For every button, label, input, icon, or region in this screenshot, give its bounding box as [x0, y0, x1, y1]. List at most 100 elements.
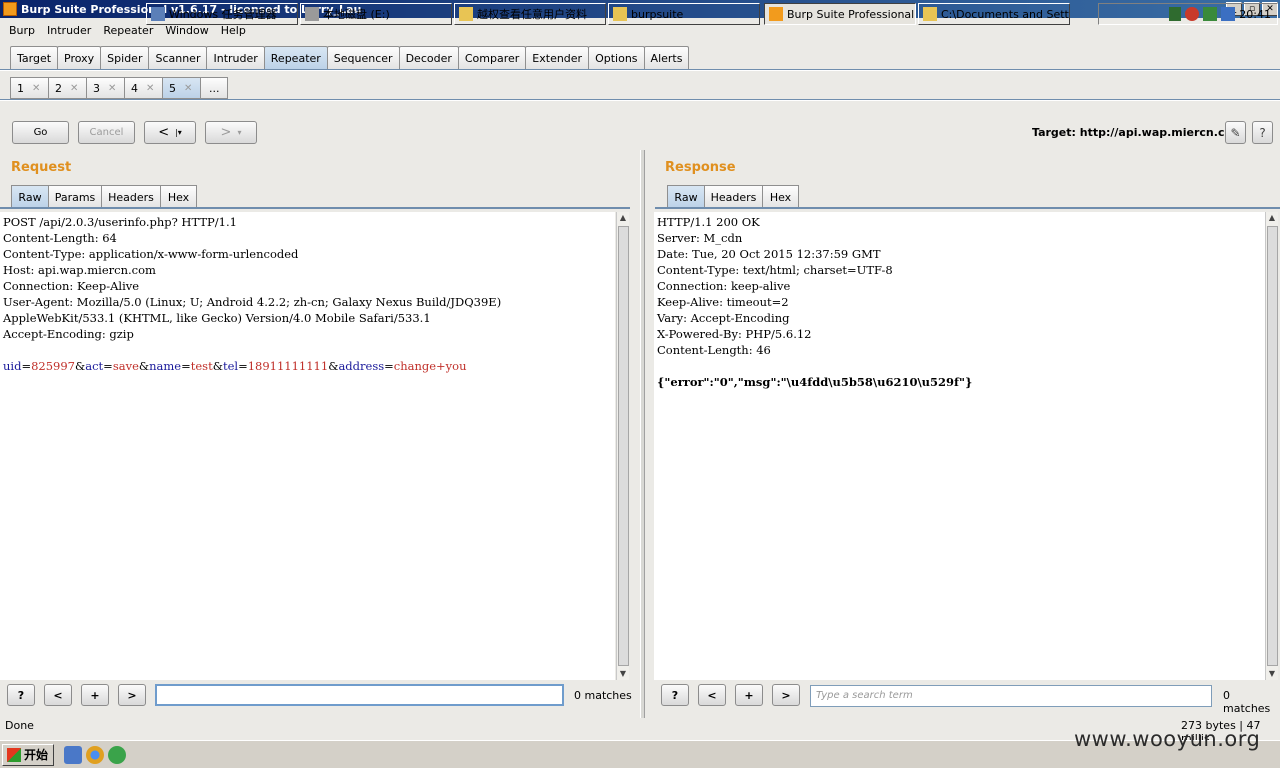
taskbar-item[interactable]: 越权查看任意用户资料 [454, 3, 606, 25]
request-header: Content-Type: application/x-www-form-url… [3, 247, 299, 261]
quick-launch-chrome-icon[interactable] [86, 745, 104, 764]
request-search-next-button[interactable]: > [118, 684, 146, 706]
request-header: Content-Length: 64 [3, 231, 117, 245]
repeater-tab-3[interactable]: 3 ✕ [86, 77, 125, 99]
request-header: AppleWebKit/533.1 (KHTML, like Gecko) Ve… [3, 311, 431, 325]
response-scrollbar[interactable]: ▲ ▼ [1265, 212, 1278, 680]
taskbar-item-label: Burp Suite Professional... [787, 7, 916, 21]
scroll-down-arrow-icon[interactable]: ▼ [617, 668, 629, 680]
request-search-prev-button[interactable]: < [44, 684, 72, 706]
menu-intruder[interactable]: Intruder [41, 24, 97, 37]
sub-tabs-underline [0, 99, 1280, 101]
tab-scanner[interactable]: Scanner [148, 46, 208, 69]
response-tab-hex[interactable]: Hex [762, 185, 799, 208]
tab-comparer[interactable]: Comparer [457, 46, 527, 69]
response-tab-headers[interactable]: Headers [704, 185, 763, 208]
request-title: Request [11, 160, 72, 175]
request-tab-raw[interactable]: Raw [11, 185, 49, 208]
scroll-thumb[interactable] [618, 226, 629, 666]
scroll-thumb[interactable] [1267, 226, 1278, 666]
split-pane-divider[interactable] [640, 150, 645, 718]
tab-target[interactable]: Target [10, 46, 59, 69]
response-header: Connection: keep-alive [657, 279, 791, 293]
request-matches-count: 0 matches [574, 689, 632, 702]
tab-repeater[interactable]: Repeater [263, 46, 328, 69]
tab-alerts[interactable]: Alerts [643, 46, 690, 69]
close-tab-icon[interactable]: ✕ [146, 83, 154, 94]
request-header: User-Agent: Mozilla/5.0 (Linux; U; Andro… [3, 295, 502, 309]
repeater-tab-label: 3 [93, 81, 100, 95]
menu-help[interactable]: Help [215, 24, 252, 37]
go-button[interactable]: Go [12, 121, 69, 144]
response-tab-raw[interactable]: Raw [667, 185, 705, 208]
tab-sequencer[interactable]: Sequencer [326, 46, 400, 69]
repeater-tab-2[interactable]: 2 ✕ [48, 77, 87, 99]
tab-extender[interactable]: Extender [525, 46, 590, 69]
tab-options[interactable]: Options [588, 46, 645, 69]
taskbar-item[interactable]: C:\Documents and Sett... [918, 3, 1070, 25]
repeater-tab-1[interactable]: 1 ✕ [10, 77, 49, 99]
start-button[interactable]: 开始 [2, 743, 54, 766]
repeater-tab-4[interactable]: 4 ✕ [124, 77, 163, 99]
edit-target-pencil-icon[interactable]: ✎ [1225, 121, 1246, 144]
folder-icon [459, 7, 473, 21]
taskbar-item-active[interactable]: Burp Suite Professional... [764, 3, 916, 25]
response-search-help-button[interactable]: ? [661, 684, 689, 706]
cancel-button[interactable]: Cancel [78, 121, 135, 144]
request-editor[interactable]: POST /api/2.0.3/userinfo.php? HTTP/1.1 Co… [0, 212, 615, 680]
burp-app-icon [3, 2, 17, 16]
close-tab-icon[interactable]: ✕ [108, 83, 116, 94]
response-editor[interactable]: HTTP/1.1 200 OK Server: M_cdn Date: Tue, 2… [654, 212, 1265, 680]
request-search-input[interactable] [155, 684, 564, 706]
close-tab-icon[interactable]: ✕ [70, 83, 78, 94]
back-button[interactable]: < |▾ [144, 121, 196, 144]
tab-spider[interactable]: Spider [100, 46, 150, 69]
request-tab-params[interactable]: Params [48, 185, 102, 208]
request-tab-headers[interactable]: Headers [101, 185, 161, 208]
taskbar-item[interactable]: Windows 任务管理器 [146, 3, 298, 25]
tray-network-icon[interactable] [1221, 7, 1236, 21]
request-search-add-button[interactable]: + [81, 684, 109, 706]
menu-window[interactable]: Window [159, 24, 214, 37]
tray-security-icon[interactable] [1185, 7, 1200, 21]
request-tab-hex[interactable]: Hex [160, 185, 197, 208]
response-search-add-button[interactable]: + [735, 684, 763, 706]
status-text: Done [5, 719, 34, 732]
repeater-tab-label: 5 [169, 81, 176, 95]
response-header: Vary: Accept-Encoding [657, 311, 790, 325]
response-search-next-button[interactable]: > [772, 684, 800, 706]
close-tab-icon[interactable]: ✕ [32, 83, 40, 94]
status-line: HTTP/1.1 200 OK [657, 215, 760, 229]
close-tab-icon[interactable]: ✕ [184, 83, 192, 94]
response-header: X-Powered-By: PHP/5.6.12 [657, 327, 812, 341]
scroll-down-arrow-icon[interactable]: ▼ [1266, 668, 1278, 680]
repeater-tabs: 1 ✕ 2 ✕ 3 ✕ 4 ✕ 5 ✕ ... [10, 77, 228, 99]
response-search-prev-button[interactable]: < [698, 684, 726, 706]
taskbar-item[interactable]: 本地磁盘 (E:) [300, 3, 452, 25]
repeater-tab-new[interactable]: ... [200, 77, 228, 99]
tab-intruder[interactable]: Intruder [206, 46, 265, 69]
tab-proxy[interactable]: Proxy [57, 46, 102, 69]
param-value: 18911111111 [247, 359, 329, 373]
scroll-up-arrow-icon[interactable]: ▲ [1266, 212, 1278, 224]
tray-app-icon[interactable] [1169, 7, 1182, 21]
tab-decoder[interactable]: Decoder [398, 46, 459, 69]
quick-launch-ie-icon[interactable] [64, 745, 82, 764]
help-icon[interactable]: ? [1252, 121, 1273, 144]
menu-burp[interactable]: Burp [3, 24, 41, 37]
tray-shield-icon[interactable] [1203, 7, 1218, 21]
forward-arrow: > [220, 125, 232, 140]
quick-launch-360-icon[interactable] [108, 745, 126, 764]
forward-button[interactable]: > ▾ [205, 121, 257, 144]
taskbar-item[interactable]: burpsuite [608, 3, 760, 25]
clock: 20:41 [1239, 7, 1271, 21]
request-scrollbar[interactable]: ▲ ▼ [616, 212, 629, 680]
request-search-help-button[interactable]: ? [7, 684, 35, 706]
param-key: name [149, 359, 182, 373]
back-dropdown-icon: |▾ [175, 128, 182, 137]
response-search-input[interactable]: Type a search term [810, 685, 1212, 707]
repeater-tab-5[interactable]: 5 ✕ [162, 77, 201, 99]
menu-repeater[interactable]: Repeater [97, 24, 159, 37]
scroll-up-arrow-icon[interactable]: ▲ [617, 212, 629, 224]
drive-icon [305, 7, 319, 21]
